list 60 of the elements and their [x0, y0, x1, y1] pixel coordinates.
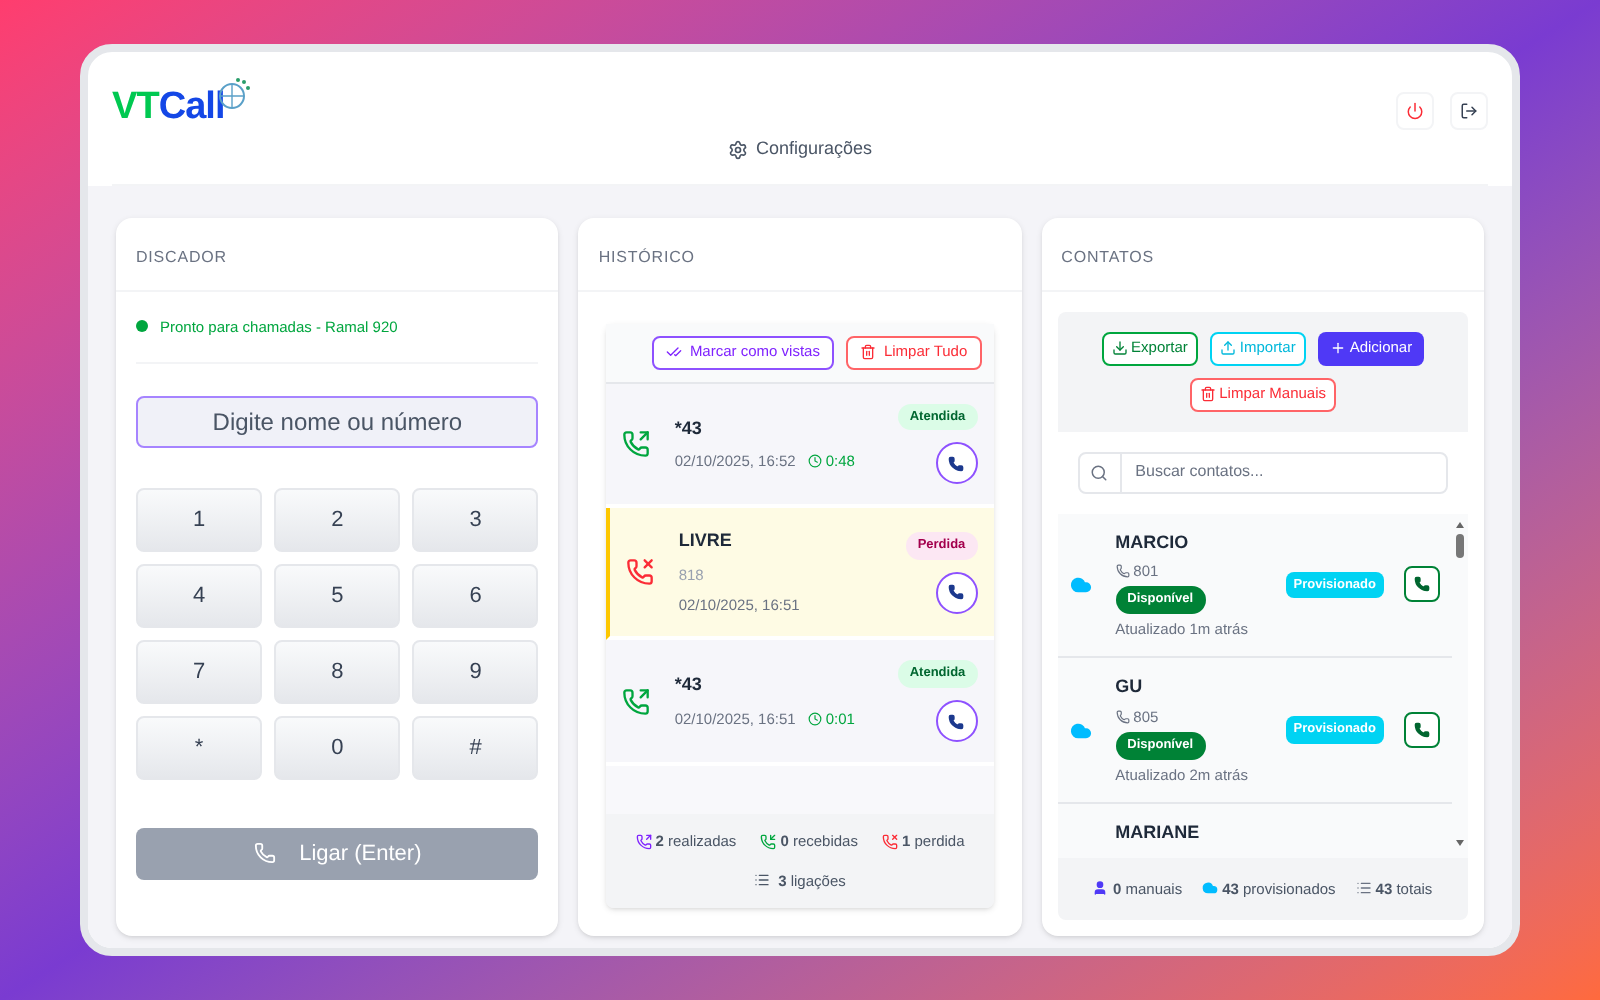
call-back-button[interactable] [935, 700, 978, 742]
call-contact-button[interactable] [1403, 566, 1440, 603]
logout-button[interactable] [1450, 92, 1488, 130]
dial-key[interactable]: 9 [412, 639, 539, 704]
panel-title: DISCADOR [136, 247, 227, 265]
cloud-icon [1069, 719, 1092, 742]
trash-icon [1199, 386, 1216, 402]
power-icon [1406, 102, 1424, 120]
phone-icon [948, 584, 965, 601]
missed-call-icon [881, 833, 898, 850]
list-icon [1355, 880, 1372, 897]
power-button[interactable] [1396, 92, 1434, 130]
call-name: *43 [674, 415, 704, 441]
panel-title: CONTATOS [1061, 247, 1154, 265]
phone-icon [948, 455, 965, 472]
call-icon [622, 687, 651, 716]
call-back-button[interactable] [935, 442, 978, 485]
dial-key[interactable]: 6 [412, 563, 539, 628]
dial-key[interactable]: 4 [136, 563, 263, 628]
dial-key[interactable]: 0 [274, 715, 401, 780]
phone-icon [948, 713, 965, 729]
list-icon [754, 872, 771, 889]
check-icon [665, 344, 682, 360]
logout-icon [1460, 102, 1478, 120]
call-name: LIVRE [678, 528, 734, 555]
settings-link[interactable]: Configurações [727, 136, 873, 163]
dial-key[interactable]: 5 [274, 563, 401, 628]
incoming-call-icon [760, 833, 777, 850]
call-icon [626, 558, 655, 587]
dial-key[interactable]: 2 [274, 487, 401, 552]
plus-icon [1329, 340, 1346, 356]
search-field[interactable]: Buscar contatos... [1077, 451, 1448, 493]
cloud-icon [1069, 573, 1092, 596]
dial-key[interactable]: 8 [274, 639, 401, 704]
call-back-button[interactable] [935, 571, 978, 614]
contact-name: GU [1115, 674, 1145, 701]
call-contact-button[interactable] [1403, 712, 1440, 749]
outgoing-call-icon [635, 833, 652, 850]
dial-key[interactable]: 7 [136, 639, 263, 704]
settings-icon [727, 139, 748, 160]
panel-title: HISTÓRICO [598, 247, 695, 265]
contact-name: MARIANE [1115, 820, 1202, 846]
dial-key[interactable]: * [136, 715, 263, 780]
search-icon [1089, 463, 1108, 481]
download-icon [1111, 340, 1128, 356]
trash-icon [859, 344, 876, 360]
logo: VTCall [112, 83, 225, 131]
dial-key[interactable]: # [412, 715, 539, 780]
call-icon [622, 429, 651, 458]
cloud-icon [1202, 880, 1219, 897]
dial-key[interactable]: 3 [412, 487, 539, 552]
call-name: *43 [674, 672, 704, 699]
user-icon [1092, 880, 1109, 897]
phone-icon [1413, 576, 1430, 593]
dial-key[interactable]: 1 [136, 487, 263, 552]
contact-name: MARCIO [1115, 529, 1191, 555]
phone-icon [253, 842, 276, 865]
number-input[interactable]: Digite nome ou número [136, 395, 539, 448]
phone-icon [1413, 722, 1430, 739]
upload-icon [1219, 340, 1236, 356]
